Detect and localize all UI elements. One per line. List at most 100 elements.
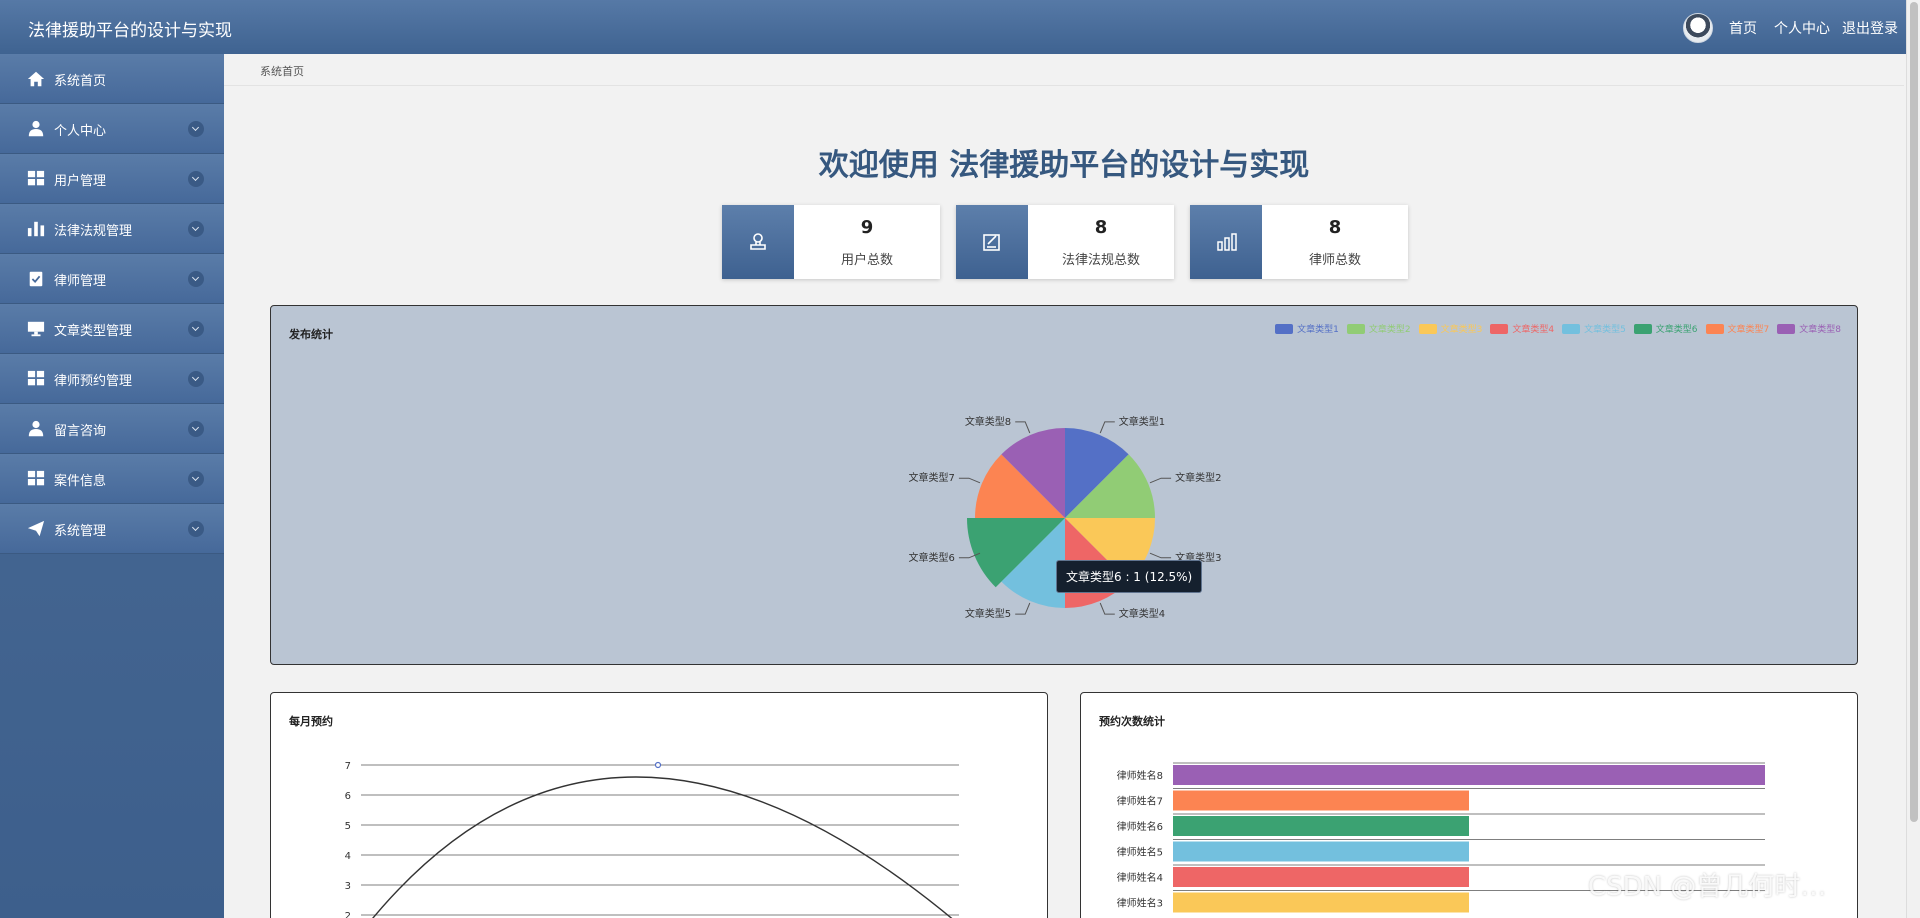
y-tick-label: 律师姓名5 [1117, 846, 1163, 859]
stat-card-lawyers: 8 律师总数 [1190, 205, 1408, 279]
pie-label-line [1149, 477, 1172, 484]
sidebar-item[interactable]: 律师管理 [0, 254, 224, 304]
watermark: CSDN @曾几何时… [1588, 872, 1827, 902]
logout-link[interactable]: 退出登录 [1842, 18, 1898, 38]
page-scrollbar[interactable] [1906, 0, 1920, 918]
sidebar: 系统首页 个人中心 用户管理 法律法规管理 律师管理 文章类型管理 律师预约管理… [0, 54, 224, 918]
pie-label: 文章类型4 [1119, 607, 1165, 620]
user-stamp-icon [722, 205, 794, 279]
sidebar-item-label: 案件信息 [54, 474, 107, 489]
pie-label: 文章类型5 [965, 607, 1011, 620]
sidebar-item-label: 文章类型管理 [54, 324, 133, 339]
chevron-down-icon[interactable] [188, 421, 204, 437]
avatar[interactable] [1683, 13, 1713, 43]
sidebar-item-label: 留言咨询 [54, 424, 107, 439]
pie-label-line [1015, 602, 1031, 615]
y-tick-label: 5 [345, 821, 351, 832]
y-tick-label: 律师姓名8 [1117, 769, 1163, 782]
send-icon [27, 520, 45, 537]
user-icon [28, 120, 44, 137]
stat-card-laws: 8 法律法规总数 [956, 205, 1174, 279]
sidebar-item-label: 法律法规管理 [54, 224, 133, 239]
bar-chart-icon [1190, 205, 1262, 279]
stat-label: 用户总数 [840, 253, 893, 268]
nav-home-link[interactable]: 首页 [1729, 18, 1757, 38]
pie-chart[interactable]: 文章类型1文章类型2文章类型3文章类型4文章类型5文章类型6文章类型7文章类型8 [271, 306, 1859, 666]
chevron-down-icon[interactable] [188, 521, 204, 537]
y-tick-label: 7 [345, 761, 351, 772]
bar [1173, 816, 1469, 836]
stat-value: 8 [1328, 217, 1342, 238]
stat-label: 法律法规总数 [1061, 253, 1140, 268]
bar-chart-icon [27, 221, 45, 237]
chevron-down-icon[interactable] [188, 371, 204, 387]
monthly-booking-panel: 每月预约 234567 [270, 692, 1048, 918]
y-tick-label: 律师姓名4 [1117, 871, 1163, 884]
sidebar-item[interactable]: 系统管理 [0, 504, 224, 554]
scrollbar-thumb[interactable] [1910, 2, 1918, 822]
chevron-down-icon[interactable] [188, 271, 204, 287]
pie-label: 文章类型8 [965, 415, 1011, 428]
pie-label-line [1149, 552, 1172, 559]
y-tick-label: 律师姓名3 [1117, 897, 1163, 910]
page-title: 欢迎使用 法律援助平台的设计与实现 [818, 148, 1310, 183]
pie-label-line [1015, 421, 1031, 434]
grid-icon [27, 370, 45, 386]
sidebar-item[interactable]: 法律法规管理 [0, 204, 224, 254]
chevron-down-icon[interactable] [188, 121, 204, 137]
chevron-down-icon[interactable] [188, 171, 204, 187]
sidebar-item[interactable]: 文章类型管理 [0, 304, 224, 354]
bar [1173, 765, 1765, 785]
sidebar-item-label: 用户管理 [54, 174, 107, 189]
y-tick-label: 2 [345, 911, 351, 918]
sidebar-item[interactable]: 律师预约管理 [0, 354, 224, 404]
pie-label-line [958, 477, 981, 484]
sidebar-item[interactable]: 留言咨询 [0, 404, 224, 454]
top-header: 法律援助平台的设计与实现 首页 个人中心 退出登录 [0, 0, 1920, 54]
chevron-down-icon[interactable] [188, 321, 204, 337]
sidebar-item-label: 律师管理 [54, 274, 107, 289]
chart-tooltip: 文章类型6 : 1 (12.5%) [1056, 560, 1203, 593]
sidebar-item[interactable]: 系统首页 [0, 54, 224, 104]
nav-profile-link[interactable]: 个人中心 [1774, 18, 1830, 38]
sidebar-item[interactable]: 个人中心 [0, 104, 224, 154]
pie-label: 文章类型7 [909, 471, 955, 484]
user-icon [28, 420, 44, 437]
pie-label-line [1099, 602, 1115, 615]
pie-label: 文章类型1 [1119, 415, 1165, 428]
bar [1173, 867, 1469, 887]
breadcrumb-item[interactable]: 系统首页 [260, 63, 304, 79]
bar [1173, 841, 1469, 862]
sidebar-item-label: 个人中心 [54, 124, 107, 139]
clipboard-icon [29, 271, 43, 287]
sidebar-item-label: 律师预约管理 [54, 374, 133, 389]
sidebar-item-label: 系统首页 [54, 74, 107, 89]
y-tick-label: 4 [345, 851, 351, 862]
app-title: 法律援助平台的设计与实现 [28, 21, 232, 41]
sidebar-item[interactable]: 案件信息 [0, 454, 224, 504]
chevron-down-icon[interactable] [188, 221, 204, 237]
stat-value: 8 [1094, 217, 1108, 238]
data-point [654, 761, 662, 769]
line-series [372, 776, 953, 918]
edit-icon [956, 205, 1028, 279]
publish-stats-panel: 发布统计 文章类型1 文章类型2 文章类型3 文章类型4 文章类型5 文章类型6 文章类型7… [270, 305, 1858, 665]
line-chart[interactable]: 2 3 4 5 6 7 [271, 693, 1049, 918]
bar [1173, 892, 1469, 913]
stat-label: 律师总数 [1308, 253, 1361, 268]
breadcrumb: 系统首页 [224, 54, 1904, 86]
y-tick-label: 3 [345, 881, 351, 892]
sidebar-item-label: 系统管理 [54, 524, 107, 539]
grid-icon [27, 470, 45, 486]
stat-value: 9 [860, 217, 874, 238]
bar [1173, 790, 1469, 811]
y-tick-label: 律师姓名6 [1117, 820, 1163, 833]
pie-label-line [1099, 421, 1115, 434]
monitor-icon [27, 321, 45, 337]
stat-card-users: 9 用户总数 [722, 205, 940, 279]
grid-icon [27, 170, 45, 186]
chevron-down-icon[interactable] [188, 471, 204, 487]
home-icon [27, 71, 45, 87]
sidebar-item[interactable]: 用户管理 [0, 154, 224, 204]
y-tick-label: 6 [345, 791, 351, 802]
